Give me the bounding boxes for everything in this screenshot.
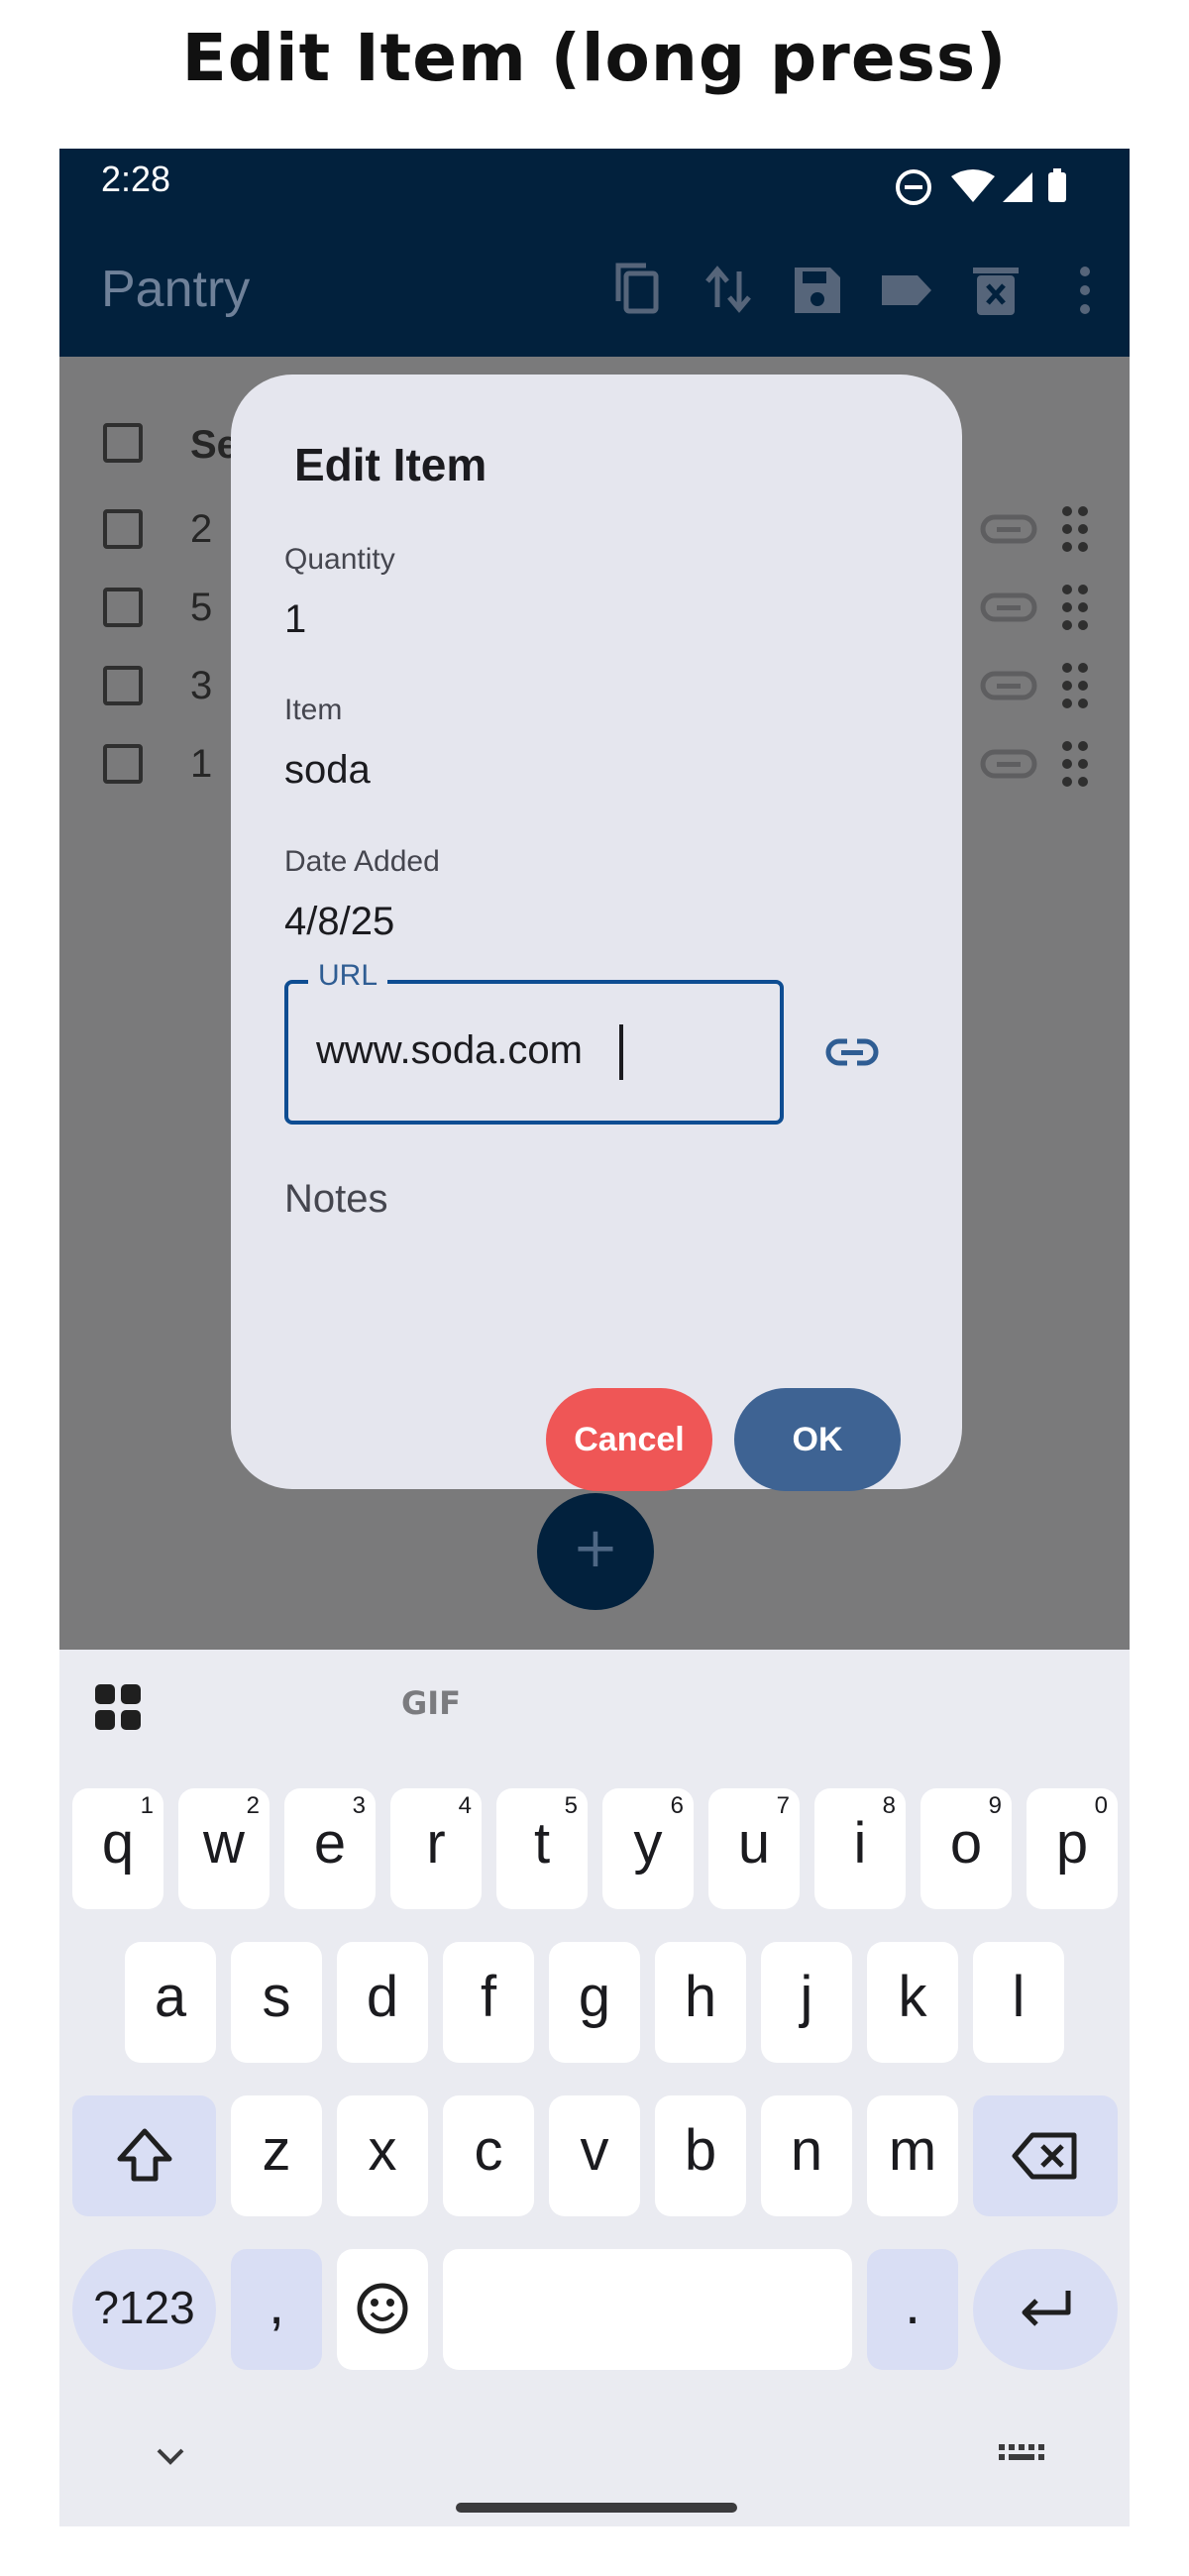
emoji-icon — [357, 2283, 408, 2334]
soft-keyboard: GIF 1q 2w 3e 4r 5t 6y 7u 8i 9o 0p a s d … — [59, 1650, 1130, 2526]
delete-icon[interactable] — [963, 258, 1028, 323]
key-c[interactable]: c — [443, 2095, 534, 2216]
quantity-label: Quantity — [284, 543, 395, 576]
app-title: Pantry — [101, 261, 251, 318]
dialog-title: Edit Item — [294, 439, 487, 490]
phone-screen: 2:28 Pantry Se 2 5 3 1 + Edit Item Quant… — [59, 149, 1130, 2526]
item-checkbox[interactable] — [103, 588, 143, 627]
item-checkbox[interactable] — [103, 666, 143, 705]
backspace-icon — [1012, 2132, 1077, 2180]
key-f[interactable]: f — [443, 1942, 534, 2063]
gesture-nav-bar[interactable] — [456, 2503, 737, 2513]
gif-button[interactable]: GIF — [401, 1684, 461, 1722]
key-t[interactable]: 5t — [496, 1788, 588, 1909]
url-value: www.soda.com — [316, 1028, 583, 1072]
drag-handle-icon[interactable] — [1060, 738, 1090, 790]
quantity-field[interactable]: 1 — [284, 597, 306, 642]
enter-icon — [1022, 2291, 1071, 2326]
item-label: Item — [284, 694, 343, 726]
key-i[interactable]: 8i — [814, 1788, 906, 1909]
key-b[interactable]: b — [655, 2095, 746, 2216]
key-g[interactable]: g — [549, 1942, 640, 2063]
save-icon[interactable] — [785, 258, 850, 323]
battery-icon — [1048, 168, 1066, 202]
key-w[interactable]: 2w — [178, 1788, 270, 1909]
item-field[interactable]: soda — [284, 748, 371, 793]
dnd-icon — [896, 169, 931, 205]
key-r[interactable]: 4r — [390, 1788, 482, 1909]
screenshot-caption: Edit Item (long press) — [181, 20, 1008, 96]
key-o[interactable]: 9o — [920, 1788, 1012, 1909]
comma-key[interactable]: , — [231, 2249, 322, 2370]
backspace-key[interactable] — [973, 2095, 1118, 2216]
symbols-key[interactable]: ?123 — [72, 2249, 216, 2370]
key-l[interactable]: l — [973, 1942, 1064, 2063]
list-item-text: 2 — [190, 507, 213, 551]
app-bar: Pantry — [59, 228, 1130, 357]
date-added-field[interactable]: 4/8/25 — [284, 900, 394, 944]
list-item-text: 1 — [190, 742, 213, 786]
link-icon[interactable] — [979, 507, 1038, 551]
open-link-icon[interactable] — [823, 1023, 881, 1081]
select-all-checkbox[interactable] — [103, 423, 143, 463]
list-item-text: 5 — [190, 586, 213, 629]
link-icon[interactable] — [979, 742, 1038, 786]
key-y[interactable]: 6y — [602, 1788, 694, 1909]
date-added-label: Date Added — [284, 845, 440, 878]
link-icon[interactable] — [979, 586, 1038, 629]
copy-icon[interactable] — [606, 258, 672, 323]
key-j[interactable]: j — [761, 1942, 852, 2063]
list-item-text: 3 — [190, 664, 213, 707]
cancel-button[interactable]: Cancel — [546, 1388, 712, 1491]
hide-keyboard-icon[interactable] — [151, 2442, 190, 2472]
key-e[interactable]: 3e — [284, 1788, 376, 1909]
signal-icon — [1003, 172, 1032, 202]
drag-handle-icon[interactable] — [1060, 660, 1090, 711]
apps-grid-icon — [95, 1684, 141, 1730]
enter-key[interactable] — [973, 2249, 1118, 2370]
key-z[interactable]: z — [231, 2095, 322, 2216]
wifi-icon — [951, 169, 995, 202]
label-icon[interactable] — [874, 258, 939, 323]
notes-field[interactable]: Notes — [284, 1177, 388, 1222]
space-bar[interactable] — [443, 2249, 852, 2370]
key-x[interactable]: x — [337, 2095, 428, 2216]
status-icons — [896, 168, 1066, 205]
ok-button[interactable]: OK — [734, 1388, 901, 1491]
key-d[interactable]: d — [337, 1942, 428, 2063]
more-options-icon[interactable] — [1052, 258, 1118, 323]
period-key[interactable]: . — [867, 2249, 958, 2370]
key-m[interactable]: m — [867, 2095, 958, 2216]
emoji-key[interactable] — [337, 2249, 428, 2370]
url-label: URL — [308, 959, 388, 993]
key-s[interactable]: s — [231, 1942, 322, 2063]
item-checkbox[interactable] — [103, 744, 143, 784]
key-a[interactable]: a — [125, 1942, 216, 2063]
keyboard-toolbar — [95, 1684, 141, 1730]
status-time: 2:28 — [101, 159, 171, 199]
key-n[interactable]: n — [761, 2095, 852, 2216]
status-bar: 2:28 — [59, 149, 1130, 228]
key-h[interactable]: h — [655, 1942, 746, 2063]
shift-icon — [117, 2128, 172, 2182]
keyboard-switch-icon[interactable] — [997, 2440, 1044, 2470]
text-cursor — [619, 1024, 623, 1080]
drag-handle-icon[interactable] — [1060, 503, 1090, 555]
add-item-fab[interactable]: + — [537, 1493, 654, 1610]
key-p[interactable]: 0p — [1027, 1788, 1118, 1909]
sort-icon[interactable] — [696, 258, 761, 323]
edit-item-dialog: Edit Item Quantity 1 Item soda Date Adde… — [231, 375, 962, 1491]
drag-handle-icon[interactable] — [1060, 582, 1090, 633]
link-icon[interactable] — [979, 664, 1038, 707]
item-checkbox[interactable] — [103, 509, 143, 549]
key-v[interactable]: v — [549, 2095, 640, 2216]
key-u[interactable]: 7u — [708, 1788, 800, 1909]
key-k[interactable]: k — [867, 1942, 958, 2063]
key-q[interactable]: 1q — [72, 1788, 163, 1909]
shift-key[interactable] — [72, 2095, 216, 2216]
